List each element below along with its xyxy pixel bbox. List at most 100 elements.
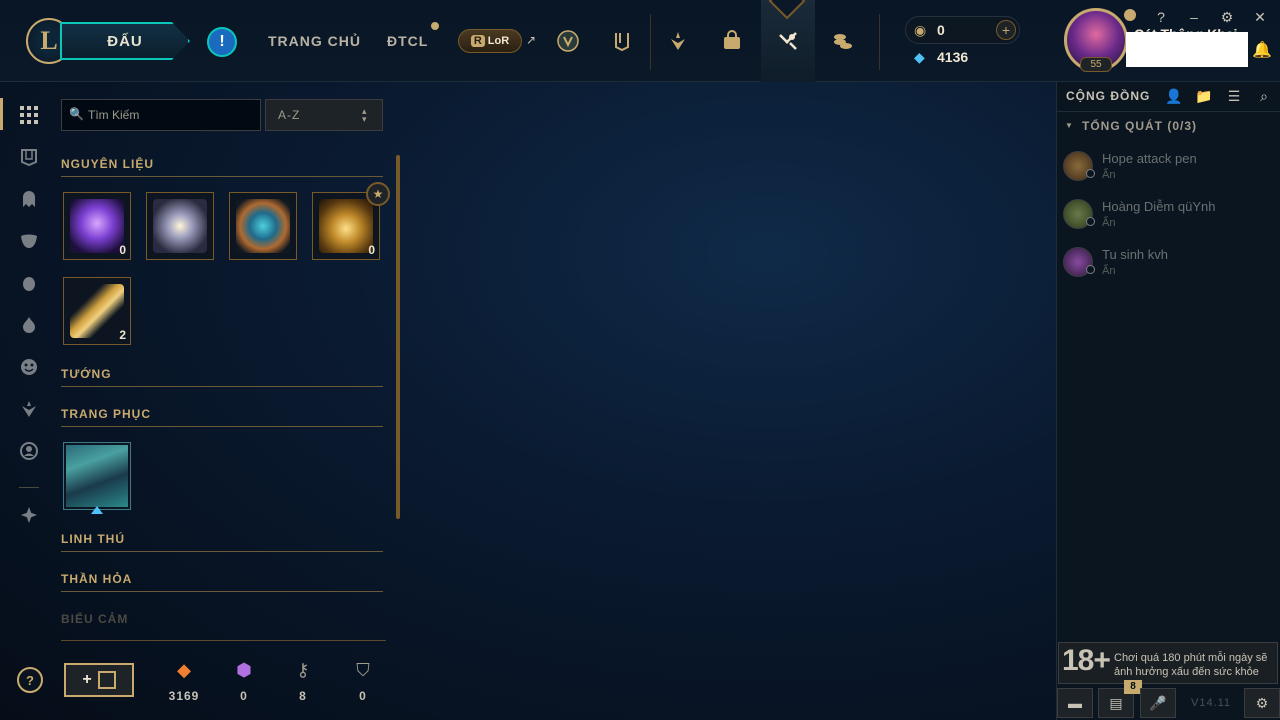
help-button[interactable]: ?	[17, 667, 43, 693]
friend-status: Ẩn	[1102, 217, 1116, 229]
lor-label: LoR	[487, 35, 510, 47]
redaction-box	[1126, 32, 1248, 67]
search-icon[interactable]: ⌕	[1255, 88, 1273, 105]
star-icon: ★	[366, 182, 390, 206]
orange-essence-icon: ◆	[177, 660, 191, 680]
buy-rp-button[interactable]: +	[996, 20, 1016, 40]
capsule-icon	[236, 199, 290, 253]
loot-item-capsule[interactable]	[229, 192, 297, 260]
other-icon[interactable]	[18, 504, 40, 526]
skin-art-icon	[66, 445, 128, 507]
sort-arrows-icon: ▴ ▾	[362, 106, 367, 124]
hextech-key-icon	[70, 284, 124, 338]
version-label: V14.11	[1191, 697, 1232, 709]
mythic-essence-value: 0	[240, 689, 248, 703]
help-icon[interactable]: ?	[1152, 8, 1170, 26]
external-link-icon: ↗	[526, 33, 537, 47]
profile-icon[interactable]	[18, 440, 40, 462]
bug-report-icon[interactable]: ⚙	[1244, 688, 1280, 718]
chest-count-value: 0	[359, 689, 367, 703]
loot-item-skin[interactable]	[63, 442, 131, 510]
blue-essence-value: 4136	[937, 49, 969, 65]
section-divider	[61, 591, 383, 592]
section-divider	[61, 176, 383, 177]
ward-icon[interactable]	[18, 314, 40, 336]
champion-icon[interactable]	[18, 188, 40, 210]
chevron-down-icon[interactable]: ▼	[1065, 121, 1073, 130]
rp-icon: ◉	[914, 22, 927, 38]
section-materials-title: NGUYÊN LIỆU	[61, 157, 155, 171]
clash-icon[interactable]	[553, 26, 583, 56]
section-divider	[61, 426, 383, 427]
mythic-essence-icon: ⬢	[236, 660, 252, 680]
friend-name[interactable]: Hope attack pen	[1102, 151, 1197, 166]
lor-icon: R	[470, 35, 485, 47]
loot-chest-icon: ⛉	[356, 660, 370, 680]
tft-companion-icon[interactable]	[18, 398, 40, 420]
pet-icon[interactable]	[18, 272, 40, 294]
loot-icon[interactable]	[773, 26, 803, 56]
friend-name[interactable]: Hoàng Diễm qüYnh	[1102, 199, 1215, 214]
skin-rarity-icon	[91, 506, 103, 514]
section-emotes-title: BIỂU CẢM	[61, 612, 129, 626]
section-divider	[61, 386, 383, 387]
list-icon[interactable]: ☰	[1225, 88, 1243, 105]
loot-item-mythic-essence[interactable]: 0	[63, 192, 131, 260]
social-title: CỘNG ĐỒNG	[1066, 89, 1151, 103]
masterwork-chest-icon	[319, 199, 373, 253]
craft-key-button[interactable]: +	[64, 663, 134, 697]
friend-name[interactable]: Tu sinh kvh	[1102, 247, 1168, 262]
item-count: 0	[119, 243, 126, 257]
item-count: 0	[368, 243, 375, 257]
orb-icon	[153, 199, 207, 253]
play-button[interactable]: ĐẤU	[60, 22, 190, 60]
rp-value: 0	[937, 22, 945, 38]
nav-separator	[650, 14, 651, 70]
voice-icon[interactable]: 🎤	[1140, 688, 1176, 718]
store-icon[interactable]	[717, 26, 747, 56]
friend-status: Ẩn	[1102, 169, 1116, 181]
bell-icon[interactable]: 🔔	[1252, 40, 1272, 60]
nav-tft[interactable]: ĐTCL	[387, 33, 428, 49]
all-items-icon[interactable]	[18, 104, 40, 126]
key-fragment-icon: ⚷	[296, 660, 310, 680]
offline-status-icon	[1086, 217, 1095, 226]
section-skins-title: TRANG PHỤC	[61, 407, 151, 421]
skin-icon[interactable]	[18, 230, 40, 252]
collection-icon[interactable]	[607, 26, 637, 56]
nav-home[interactable]: TRANG CHỦ	[268, 33, 361, 49]
alert-icon[interactable]: !	[207, 27, 237, 57]
section-champions-title: TƯỚNG	[61, 367, 112, 381]
offline-status-icon	[1086, 169, 1095, 178]
currency-icon[interactable]	[828, 26, 858, 56]
notification-dot	[431, 22, 439, 30]
rail-active-indicator	[0, 98, 3, 130]
key-fragment-value: 8	[299, 689, 307, 703]
loot-item-hextech-key[interactable]: 2	[63, 277, 131, 345]
tft-icon[interactable]	[663, 26, 693, 56]
offline-status-icon	[1086, 265, 1095, 274]
add-folder-icon[interactable]: 📁	[1195, 88, 1213, 105]
minimize-icon[interactable]: –	[1185, 8, 1203, 26]
search-icon: 🔍	[69, 107, 84, 121]
search-input[interactable]	[88, 104, 253, 126]
item-count: 2	[119, 328, 126, 342]
chat-icon[interactable]: ▬	[1057, 688, 1093, 718]
status-dot	[1124, 9, 1136, 21]
add-friend-icon[interactable]: 👤	[1165, 88, 1183, 105]
chest-icon	[97, 671, 116, 689]
settings-icon[interactable]: ⚙	[1218, 8, 1236, 26]
chest-icon[interactable]	[18, 146, 40, 168]
social-divider	[1056, 111, 1280, 112]
friend-group-title[interactable]: TỔNG QUÁT (0/3)	[1082, 119, 1197, 133]
section-wards-title: THẦN HỎA	[61, 572, 133, 586]
nav-separator	[879, 14, 880, 70]
blue-essence-icon: ◆	[914, 49, 925, 65]
close-icon[interactable]: ✕	[1251, 8, 1269, 26]
level-badge: 55	[1080, 57, 1112, 72]
emote-icon[interactable]	[18, 356, 40, 378]
loot-item-orb[interactable]	[146, 192, 214, 260]
scrollbar[interactable]	[396, 155, 400, 519]
lor-button[interactable]: R LoR	[458, 29, 522, 53]
friend-status: Ẩn	[1102, 265, 1116, 277]
